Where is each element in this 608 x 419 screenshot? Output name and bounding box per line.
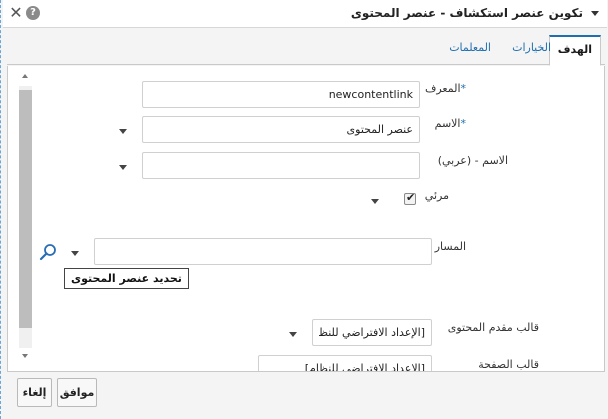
identifier-input[interactable] — [142, 81, 420, 108]
identifier-label: *المعرف — [424, 82, 467, 95]
content-presenter-template-label: قالب مقدم المحتوى — [447, 321, 539, 334]
page-template-label: قالب الصفحة — [478, 358, 539, 371]
page-template-select[interactable] — [258, 355, 432, 371]
path-label: المسار — [434, 240, 466, 253]
tab-bar: الهدف الخيارات المعلمات — [7, 29, 605, 66]
scrollbar-thumb[interactable] — [19, 90, 32, 328]
tab-parameters[interactable]: المعلمات — [449, 41, 491, 54]
ok-button[interactable]: موافق — [57, 378, 97, 407]
name-arabic-chevron-down-icon[interactable] — [118, 164, 128, 172]
visible-chevron-down-icon[interactable] — [370, 198, 380, 206]
name-input[interactable] — [142, 116, 420, 143]
tab-target[interactable]: الهدف — [548, 35, 601, 66]
path-input[interactable] — [94, 238, 432, 265]
select-content-item-tooltip: تحديد عنصر المحتوى — [64, 268, 189, 289]
title-menu-chevron-icon[interactable] — [591, 11, 599, 16]
target-tab-panel: *المعرف *الاسم الاسم - (عربي) مرئي ✔ الم… — [7, 66, 605, 372]
dialog-title: تكوين عنصر استكشاف - عنصر المحتوى — [350, 6, 583, 20]
content-presenter-template-select[interactable] — [312, 319, 432, 346]
name-arabic-label: الاسم - (عربي) — [437, 154, 508, 167]
cancel-button[interactable]: إلغاء — [17, 378, 52, 407]
scroll-down-arrow-icon[interactable] — [22, 354, 28, 358]
help-icon[interactable]: ? — [26, 6, 40, 20]
required-asterisk: * — [460, 82, 467, 95]
required-asterisk: * — [460, 117, 467, 130]
configure-navigation-item-dialog: ✕ ? تكوين عنصر استكشاف - عنصر المحتوى ال… — [0, 0, 608, 419]
tab-options[interactable]: الخيارات — [512, 41, 551, 54]
visible-label: مرئي — [424, 189, 449, 202]
dialog-title-bar: ✕ ? تكوين عنصر استكشاف - عنصر المحتوى — [3, 0, 607, 28]
name-label: *الاسم — [434, 117, 467, 130]
scroll-up-arrow-icon[interactable] — [22, 74, 28, 78]
name-translations-chevron-down-icon[interactable] — [118, 128, 128, 136]
visible-checkbox[interactable]: ✔ — [404, 191, 416, 205]
search-icon[interactable] — [39, 243, 57, 261]
checkmark-icon: ✔ — [406, 191, 416, 204]
close-icon[interactable]: ✕ — [9, 5, 23, 21]
path-chevron-down-icon[interactable] — [70, 250, 80, 258]
content-presenter-template-chevron-down-icon[interactable] — [288, 331, 298, 339]
name-arabic-input[interactable] — [142, 152, 420, 179]
